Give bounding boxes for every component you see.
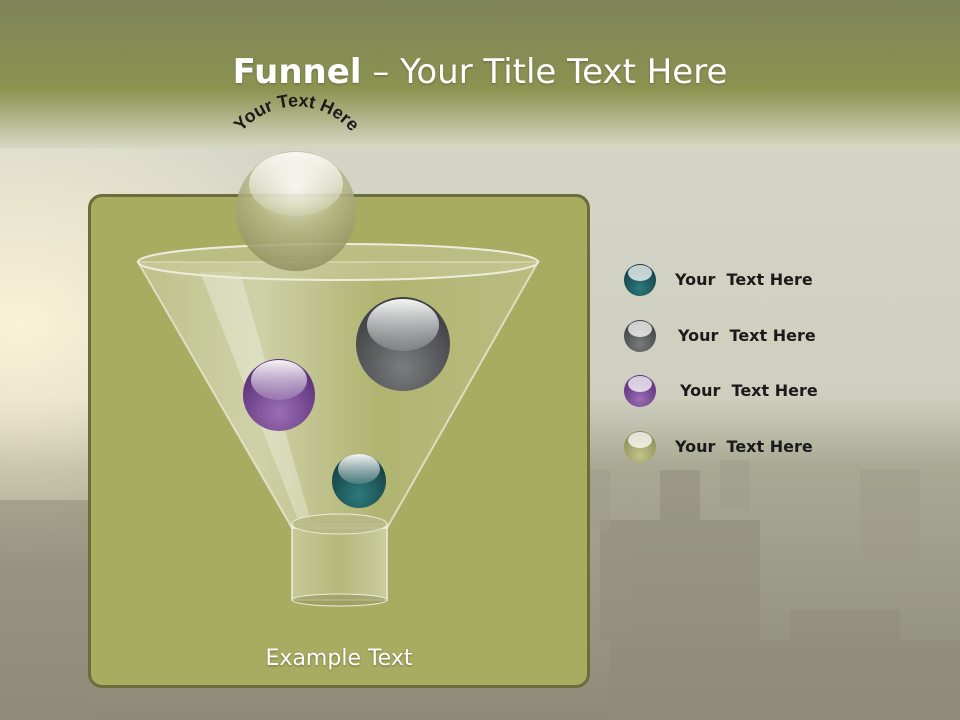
legend-label-2: Your Text Here (678, 326, 816, 345)
legend-item-olive: Your Text Here (622, 429, 882, 465)
legend-item-purple: Your Text Here (622, 373, 882, 409)
legend-label-4: Your Text Here (675, 437, 813, 456)
legend-label-3: Your Text Here (680, 381, 818, 400)
purple-ball (243, 359, 315, 431)
legend-item-gray: Your Text Here (622, 318, 882, 354)
teal-ball-icon (624, 264, 656, 296)
legend-item-teal: Your Text Here (622, 262, 882, 298)
funnel-cylinder (291, 513, 388, 607)
legend-label-1: Your Text Here (675, 270, 813, 289)
arc-text: Your Text Here (230, 90, 364, 135)
top-ball (236, 151, 356, 271)
gray-ball (356, 297, 450, 391)
purple-ball-icon (624, 375, 656, 407)
funnel-diagram: Your Text Here (136, 90, 540, 607)
gray-ball-icon (624, 320, 656, 352)
teal-ball (332, 454, 386, 508)
olive-ball-icon (624, 431, 656, 463)
example-text: Example Text (265, 646, 413, 671)
